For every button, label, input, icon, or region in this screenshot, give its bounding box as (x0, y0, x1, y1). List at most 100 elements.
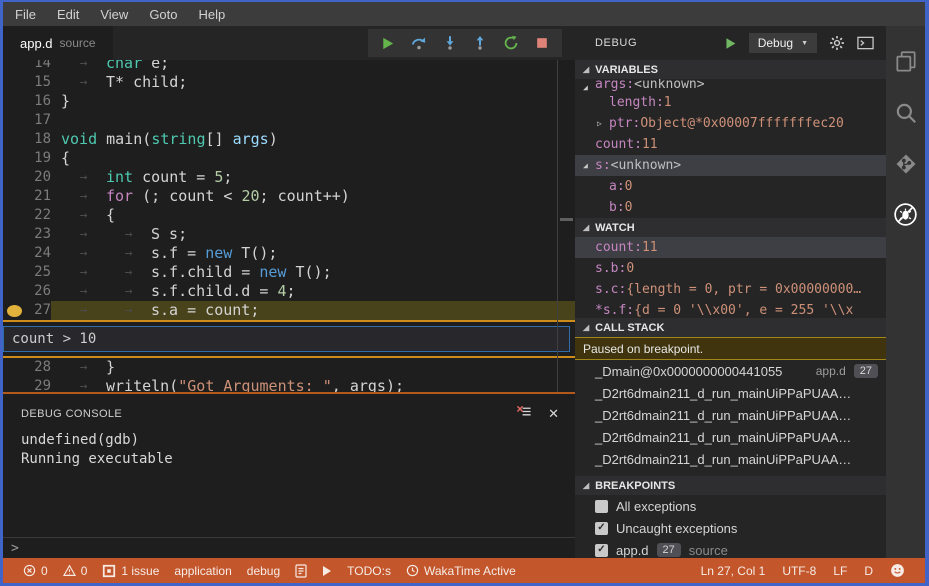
expand-icon[interactable]: ▷ (597, 119, 609, 128)
breakpoint-margin[interactable] (3, 225, 29, 244)
variable-row[interactable]: ▷ ptr: Object@*0x00007fffffffec20 (575, 113, 886, 134)
variable-value: 0 (624, 179, 633, 194)
breakpoint-margin[interactable] (3, 244, 29, 263)
code-line: 28 →} (3, 358, 575, 377)
status-label: LF (833, 563, 848, 578)
status-wakatime[interactable]: WakaTime Active (406, 564, 516, 578)
breakpoint-margin[interactable] (3, 60, 29, 73)
breakpoint-margin[interactable] (3, 358, 29, 377)
activity-explorer[interactable] (886, 36, 925, 87)
step-out-button[interactable] (469, 32, 491, 54)
stack-frame[interactable]: _D2rt6dmain211_d_run_mainUiPPaPUAA… (575, 382, 886, 404)
variable-row[interactable]: ◢ args: <unknown> (575, 79, 886, 92)
editor-scrollbar[interactable] (557, 60, 575, 392)
condition-input[interactable]: count > 10 (3, 326, 570, 352)
collapse-icon[interactable]: ◢ (583, 83, 595, 92)
variable-name: length: (609, 95, 664, 110)
breakpoint-checkbox[interactable] (595, 499, 608, 513)
code-line: 24 → → s.f = new T(); (3, 244, 575, 263)
breakpoint-margin[interactable] (3, 111, 29, 130)
section-header-watch[interactable]: ◢ WATCH (575, 218, 886, 237)
gear-icon[interactable] (829, 35, 845, 51)
activity-debug[interactable] (886, 189, 925, 240)
activity-source-control[interactable] (886, 138, 925, 189)
clock-icon (406, 564, 419, 577)
breakpoint-margin[interactable] (3, 187, 29, 206)
stack-frame[interactable]: _D2rt6dmain211_d_run_mainUiPPaPUAA… (575, 426, 886, 448)
watch-row[interactable]: *s.f: {d = 0 '\\x00', e = 255 '\\x (575, 300, 886, 318)
stack-frame[interactable]: _D2rt6dmain211_d_run_mainUiPPaPUAA… (575, 404, 886, 426)
collapse-icon[interactable]: ◢ (583, 161, 595, 170)
step-over-icon (411, 35, 427, 51)
console-input[interactable]: > (3, 537, 575, 558)
start-debug-button[interactable] (724, 37, 737, 50)
breakpoint-margin[interactable] (3, 282, 29, 301)
code-editor[interactable]: 14 → char e; 15 → T* child; 16} 17 18 void main(s… (3, 60, 575, 392)
status-todos[interactable]: TODO:s (347, 564, 391, 578)
status-cursor-position[interactable]: Ln 27, Col 1 (701, 564, 766, 578)
status-run[interactable] (322, 565, 332, 577)
status-label: Ln 27, Col 1 (700, 563, 766, 578)
frame-name: _D2rt6dmain211_d_run_mainUiPPaPUAA… (595, 451, 852, 467)
activity-search[interactable] (886, 87, 925, 138)
status-language-mode[interactable]: D (864, 564, 873, 578)
menu-item-file[interactable]: File (15, 7, 36, 22)
menu-item-help[interactable]: Help (199, 7, 226, 22)
section-header-variables[interactable]: ◢ VARIABLES (575, 60, 886, 79)
breakpoint-margin[interactable] (3, 130, 29, 149)
status-task-debug[interactable]: debug (247, 564, 280, 578)
restart-button[interactable] (500, 32, 522, 54)
watch-row[interactable]: count: 11 (575, 237, 886, 258)
stack-frame[interactable]: _D2rt6dmain211_d_run_mainUiPPaPUAA… (575, 448, 886, 470)
scrollbar-thumb[interactable] (560, 218, 573, 221)
variable-row[interactable]: length: 1 (575, 92, 886, 113)
breakpoint-margin[interactable] (3, 92, 29, 111)
variable-row[interactable]: b: 0 (575, 197, 886, 218)
watch-row[interactable]: s.c: {length = 0, ptr = 0x00000000… (575, 279, 886, 300)
breakpoint-margin[interactable] (3, 377, 29, 392)
breakpoint-icon[interactable] (7, 304, 22, 317)
tab-indicator-icon: → (124, 265, 133, 280)
breakpoint-margin[interactable] (3, 149, 29, 168)
variable-row[interactable]: a: 0 (575, 176, 886, 197)
breakpoint-margin[interactable] (3, 168, 29, 187)
status-errors[interactable]: 0 (23, 564, 48, 578)
status-feedback[interactable] (890, 563, 905, 578)
step-into-button[interactable] (439, 32, 461, 54)
breakpoint-item[interactable]: All exceptions (575, 495, 886, 517)
breakpoint-checkbox[interactable]: ✓ (595, 543, 608, 557)
debug-config-dropdown[interactable]: Debug ▼ (748, 33, 817, 53)
step-over-button[interactable] (408, 32, 430, 54)
open-console-icon[interactable] (857, 36, 874, 50)
variable-row[interactable]: ◢ s: <unknown> (575, 155, 886, 176)
watch-row[interactable]: s.b: 0 (575, 258, 886, 279)
breakpoint-checkbox[interactable]: ✓ (595, 521, 608, 535)
breakpoint-margin[interactable] (3, 73, 29, 92)
breakpoint-margin[interactable] (3, 263, 29, 282)
status-eol[interactable]: LF (833, 564, 847, 578)
stack-frame[interactable]: _Dmain@0x0000000000441055 app.d 27 (575, 360, 886, 382)
menu-item-view[interactable]: View (100, 7, 128, 22)
continue-button[interactable] (377, 32, 399, 54)
tab-app-d[interactable]: app.d source (3, 26, 113, 60)
status-task-application[interactable]: application (174, 564, 231, 578)
clear-console-icon[interactable] (516, 404, 532, 424)
menu-item-goto[interactable]: Goto (149, 7, 177, 22)
section-header-call-stack[interactable]: ◢ CALL STACK (575, 318, 886, 337)
breakpoint-item[interactable]: ✓ app.d 27 source (575, 539, 886, 558)
close-icon[interactable]: ✕ (548, 406, 559, 422)
breakpoint-margin[interactable] (3, 301, 29, 320)
status-warnings[interactable]: 0 (62, 564, 87, 578)
breakpoint-margin[interactable] (3, 206, 29, 225)
menu-item-edit[interactable]: Edit (57, 7, 79, 22)
status-issues[interactable]: 1 issue (102, 564, 159, 578)
variable-row[interactable]: count: 11 (575, 134, 886, 155)
breakpoint-item[interactable]: ✓ Uncaught exceptions (575, 517, 886, 539)
token: [] (205, 130, 233, 148)
stop-button[interactable] (531, 32, 553, 54)
section-header-breakpoints[interactable]: ◢ BREAKPOINTS (575, 476, 886, 495)
status-encoding[interactable]: UTF-8 (782, 564, 816, 578)
status-output[interactable] (295, 563, 307, 578)
frame-name: _D2rt6dmain211_d_run_mainUiPPaPUAA… (595, 407, 852, 423)
code-line: 15 → T* child; (3, 73, 575, 92)
